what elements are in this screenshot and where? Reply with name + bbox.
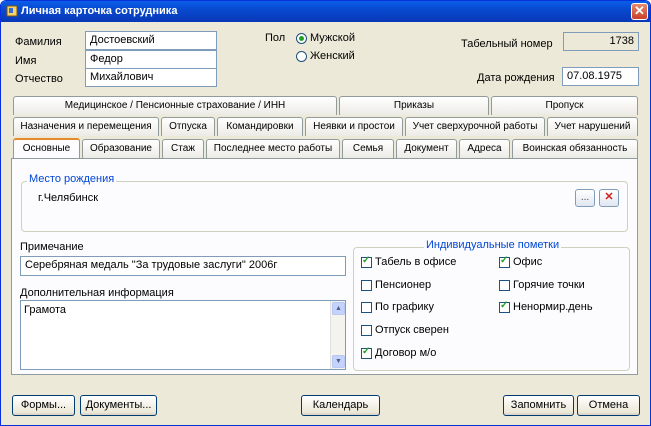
- firstname-label: Имя: [15, 55, 37, 67]
- tabnum-field: 1738: [563, 32, 639, 51]
- office-timesheet-label[interactable]: Табель в офисе: [375, 256, 456, 268]
- schedule-checkbox[interactable]: [361, 302, 372, 313]
- app-icon: [6, 5, 18, 17]
- tab-panel-main: Место рождения г.Челябинск ... ✕ Примеча…: [11, 158, 638, 375]
- window-title: Личная карточка сотрудника: [21, 5, 178, 17]
- tab-medical[interactable]: Медицинское / Пенсионные страхование / И…: [13, 96, 337, 115]
- tab-business-trips[interactable]: Командировки: [217, 117, 303, 136]
- tab-assignments[interactable]: Назначения и перемещения: [13, 117, 159, 136]
- irregular-day-checkbox[interactable]: [499, 300, 510, 313]
- contract-checkbox[interactable]: [361, 346, 372, 359]
- birthplace-group: [21, 181, 628, 232]
- tab-pass[interactable]: Пропуск: [491, 96, 638, 115]
- tab-education[interactable]: Образование: [82, 139, 160, 158]
- gender-male-label[interactable]: Мужской: [310, 32, 355, 44]
- extra-info-label: Дополнительная информация: [20, 287, 174, 299]
- note-label: Примечание: [20, 241, 84, 253]
- tab-orders[interactable]: Приказы: [339, 96, 489, 115]
- tab-last-job[interactable]: Последнее место работы: [206, 139, 340, 158]
- employee-card-window: Личная карточка сотрудника ✕ Фамилия Дос…: [0, 0, 651, 426]
- patronymic-field[interactable]: Михайлович: [85, 68, 217, 87]
- hot-spots-checkbox[interactable]: [499, 280, 510, 291]
- office-label[interactable]: Офис: [513, 256, 542, 268]
- gender-female-label[interactable]: Женский: [310, 50, 355, 62]
- ellipsis-icon: ...: [580, 192, 590, 203]
- birthplace-clear-button[interactable]: ✕: [599, 189, 619, 207]
- tab-absences[interactable]: Неявки и простои: [305, 117, 403, 136]
- extra-info-text: Грамота: [24, 304, 67, 316]
- save-button[interactable]: Запомнить: [503, 395, 574, 416]
- schedule-label[interactable]: По графику: [375, 301, 434, 313]
- lastname-field[interactable]: Достоевский: [85, 31, 217, 50]
- extra-info-scrollbar[interactable]: ▲ ▼: [330, 301, 345, 369]
- tab-seniority[interactable]: Стаж: [162, 139, 204, 158]
- tab-addresses[interactable]: Адреса: [459, 139, 510, 158]
- gender-female-radio[interactable]: [296, 51, 307, 62]
- vacation-verified-label[interactable]: Отпуск сверен: [375, 324, 449, 336]
- delete-icon: ✕: [604, 191, 614, 203]
- extra-info-textarea[interactable]: Грамота ▲ ▼: [20, 300, 346, 370]
- birthdate-field[interactable]: 07.08.1975: [562, 67, 639, 86]
- birthplace-legend: Место рождения: [27, 173, 117, 185]
- patronymic-label: Отчество: [15, 73, 63, 85]
- scroll-up-icon[interactable]: ▲: [332, 302, 345, 315]
- tab-main[interactable]: Основные: [13, 138, 80, 159]
- hot-spots-label[interactable]: Горячие точки: [513, 279, 585, 291]
- tab-military[interactable]: Воинская обязанность: [512, 139, 638, 158]
- gender-male-radio[interactable]: [296, 33, 307, 44]
- tab-family[interactable]: Семья: [342, 139, 394, 158]
- birthplace-browse-button[interactable]: ...: [575, 189, 595, 207]
- tab-document[interactable]: Документ: [396, 139, 457, 158]
- forms-button[interactable]: Формы...: [12, 395, 75, 416]
- marks-legend: Индивидуальные пометки: [424, 239, 562, 251]
- lastname-label: Фамилия: [15, 36, 62, 48]
- pensioner-label[interactable]: Пенсионер: [375, 279, 431, 291]
- irregular-day-label[interactable]: Ненормир.день: [513, 301, 593, 313]
- cancel-button[interactable]: Отмена: [577, 395, 640, 416]
- vacation-verified-checkbox[interactable]: [361, 325, 372, 336]
- scroll-down-icon[interactable]: ▼: [332, 355, 345, 368]
- office-timesheet-checkbox[interactable]: [361, 255, 372, 268]
- tabnum-label: Табельный номер: [461, 38, 553, 50]
- note-field[interactable]: Серебряная медаль "За трудовые заслуги" …: [20, 256, 346, 276]
- gender-label: Пол: [265, 32, 286, 44]
- tab-vacations[interactable]: Отпуска: [161, 117, 215, 136]
- contract-label[interactable]: Договор м/о: [375, 347, 436, 359]
- birthdate-label: Дата рождения: [477, 72, 555, 84]
- documents-button[interactable]: Документы...: [80, 395, 157, 416]
- firstname-field[interactable]: Федор: [85, 50, 217, 69]
- close-button[interactable]: ✕: [631, 3, 648, 20]
- office-checkbox[interactable]: [499, 255, 510, 268]
- tab-violations[interactable]: Учет нарушений: [547, 117, 638, 136]
- birthplace-value: г.Челябинск: [38, 192, 99, 204]
- tab-overtime[interactable]: Учет сверхурочной работы: [405, 117, 545, 136]
- pensioner-checkbox[interactable]: [361, 280, 372, 291]
- title-bar[interactable]: Личная карточка сотрудника ✕: [1, 1, 650, 22]
- calendar-button[interactable]: Календарь: [301, 395, 380, 416]
